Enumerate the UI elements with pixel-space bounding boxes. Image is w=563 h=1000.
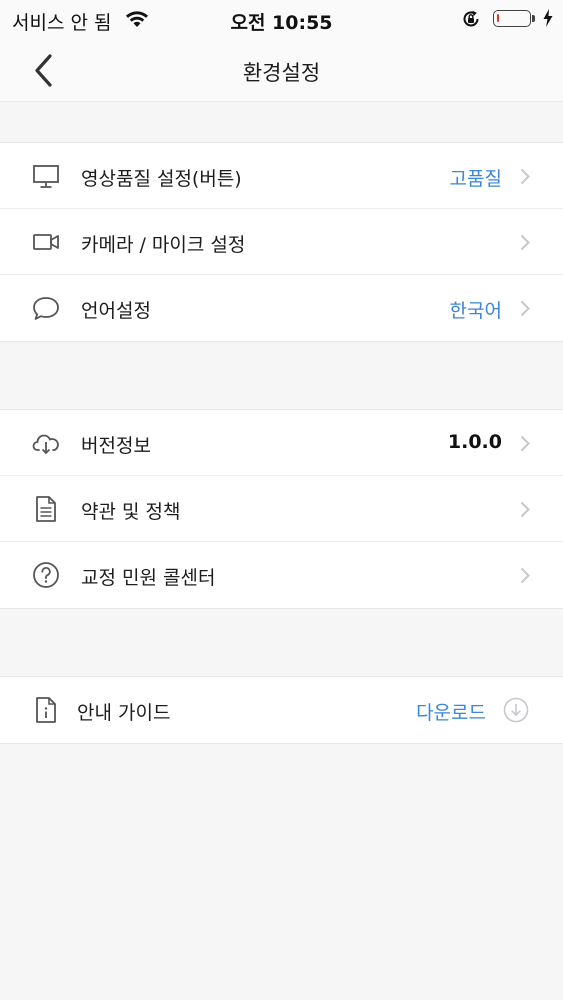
version-number: 1.0.0 (447, 431, 502, 453)
orientation-lock-icon (461, 9, 481, 33)
terms-policy-row[interactable]: 약관 및 정책 (0, 476, 563, 542)
battery-icon (493, 10, 531, 27)
document-icon (36, 496, 56, 522)
download-circle-icon[interactable] (503, 697, 529, 723)
monitor-icon (33, 165, 59, 188)
chat-bubble-icon (33, 297, 59, 320)
settings-group-info: 버전정보 1.0.0 약관 및 정책 교정 민원 콜센터 (0, 409, 563, 609)
language-value: 한국어 (449, 300, 502, 322)
settings-group-guide: 안내 가이드 다운로드 (0, 676, 563, 744)
question-circle-icon (33, 562, 59, 588)
chevron-right-icon (520, 567, 530, 584)
version-info-label: 버전정보 (81, 435, 151, 457)
chevron-right-icon (520, 168, 530, 185)
video-quality-label: 영상품질 설정(버튼) (81, 168, 242, 190)
settings-group-display: 영상품질 설정(버튼) 고품질 카메라 / 마이크 설정 언어설정 한국어 (0, 142, 563, 342)
status-bar: 서비스 안 됨 오전 10:55 (0, 0, 563, 40)
language-setting-row[interactable]: 언어설정 한국어 (0, 275, 563, 341)
camera-mic-label: 카메라 / 마이크 설정 (81, 234, 246, 256)
language-label: 언어설정 (81, 300, 151, 322)
guide-label: 안내 가이드 (77, 702, 171, 724)
call-center-label: 교정 민원 콜센터 (81, 567, 216, 589)
video-quality-value: 고품질 (449, 168, 502, 190)
version-info-row[interactable]: 버전정보 1.0.0 (0, 410, 563, 476)
guide-row[interactable]: 안내 가이드 다운로드 (0, 677, 563, 743)
cloud-download-icon (32, 434, 59, 455)
chevron-right-icon (520, 234, 530, 251)
guide-download-link[interactable]: 다운로드 (416, 698, 486, 725)
terms-policy-label: 약관 및 정책 (81, 501, 181, 523)
page-title: 환경설정 (242, 61, 321, 85)
video-camera-icon (33, 234, 59, 250)
battery-level-fill (497, 14, 499, 22)
navigation-bar: 환경설정 (0, 40, 563, 102)
video-quality-setting-row[interactable]: 영상품질 설정(버튼) 고품질 (0, 143, 563, 209)
info-document-icon (36, 697, 56, 723)
call-center-row[interactable]: 교정 민원 콜센터 (0, 542, 563, 608)
camera-mic-setting-row[interactable]: 카메라 / 마이크 설정 (0, 209, 563, 275)
charging-bolt-icon (542, 8, 554, 32)
chevron-right-icon (520, 435, 530, 452)
chevron-right-icon (520, 300, 530, 317)
battery-tip (532, 15, 535, 22)
chevron-right-icon (520, 501, 530, 518)
